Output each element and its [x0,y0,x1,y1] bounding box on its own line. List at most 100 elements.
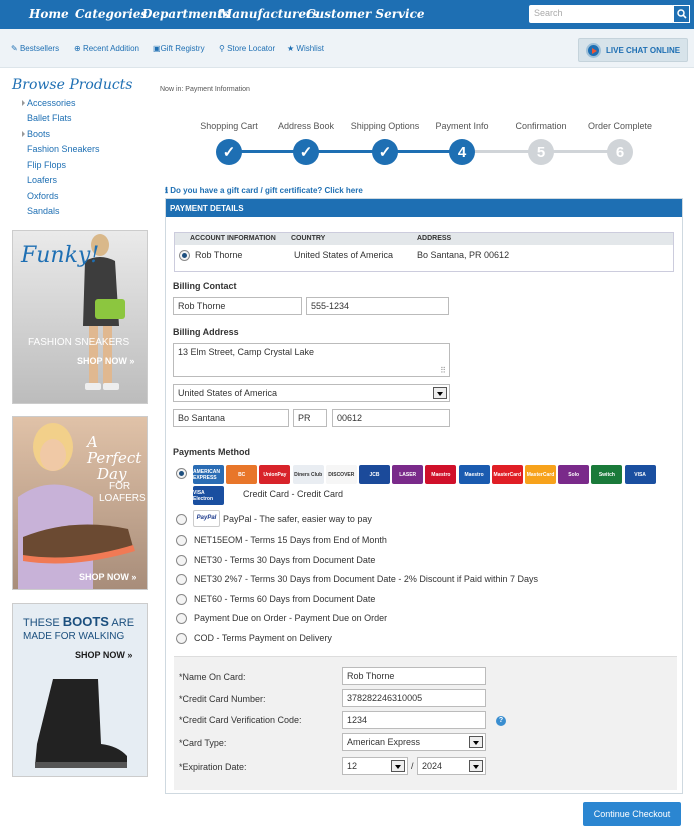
card-logo: Solo [558,465,590,484]
card-logo: VISA Electron [193,486,224,505]
card-logo: AMERICAN EXPRESS [193,465,224,484]
boot-photo [35,679,127,768]
promo-fashion-sneakers[interactable]: Funky! FASHION SNEAKERS SHOP NOW » [12,230,148,404]
billing-state-field[interactable]: PR [293,409,327,427]
payment-method-radio[interactable] [176,633,187,644]
card-number-field[interactable]: 378282246310005 [342,689,486,707]
payment-method-label-net30-discount: NET30 2%7 - Terms 30 Days from Document … [194,574,538,584]
category-accessories[interactable]: Accessories [27,98,76,108]
expiration-label: *Expiration Date: [179,762,247,772]
card-number-label: *Credit Card Number: [179,694,266,704]
col-country: COUNTRY [291,235,326,242]
category-oxfords[interactable]: Oxfords [27,191,59,201]
top-nav: Home Categories Departments Manufacturer… [0,0,694,29]
shop-now-link[interactable]: SHOP NOW » [77,356,134,366]
billing-street-field[interactable]: 13 Elm Street, Camp Crystal Lake ⠿ [173,343,450,377]
subnav-store-locator[interactable]: ⚲ Store Locator [219,44,275,53]
billing-zip-field[interactable]: 00612 [332,409,450,427]
promo-boots[interactable]: THESE BOOTS ARE MADE FOR WALKING SHOP NO… [12,603,148,777]
payment-method-label-cod: COD - Terms Payment on Delivery [194,633,332,643]
paypal-logo: PayPal [193,510,220,527]
name-on-card-field[interactable]: Rob Thorne [342,667,486,685]
dropdown-arrow-icon[interactable] [391,760,405,772]
category-boots[interactable]: Boots [27,129,50,139]
card-logo: MasterCard [525,465,556,484]
subnav-bestsellers[interactable]: ✎ Bestsellers [11,44,59,53]
subnav-gift-registry[interactable]: ▣Gift Registry [153,44,205,53]
payment-method-radio[interactable] [176,535,187,546]
exp-year-select[interactable]: 2024 [417,757,486,775]
gift-card-link[interactable]: ℹ Do you have a gift card / gift certifi… [165,186,363,195]
payment-method-radio[interactable] [176,555,187,566]
shop-now-link[interactable]: SHOP NOW » [75,650,132,660]
credit-card-label: Credit Card - Credit Card [243,489,344,499]
account-table: ACCOUNT INFORMATION COUNTRY ADDRESS Rob … [174,232,674,272]
credit-card-form: *Name On Card: Rob Thorne *Credit Card N… [174,656,677,790]
live-chat-button[interactable]: LIVE CHAT ONLINE [578,38,688,62]
col-address: ADDRESS [417,235,452,242]
account-radio[interactable] [179,250,190,261]
cvc-field[interactable]: 1234 [342,711,486,729]
billing-contact-label: Billing Contact [173,281,237,291]
card-type-label: *Card Type: [179,738,227,748]
category-fashion-sneakers[interactable]: Fashion Sneakers [27,144,100,154]
payment-method-radio[interactable] [176,594,187,605]
payment-method-label-net30: NET30 - Terms 30 Days from Document Date [194,555,376,565]
paypal-radio[interactable] [176,514,187,525]
category-flip-flops[interactable]: Flip Flops [27,160,66,170]
category-sandals[interactable]: Sandals [27,206,60,216]
resize-grip-icon[interactable]: ⠿ [440,366,446,375]
dropdown-arrow-icon[interactable] [433,387,447,399]
expand-arrow-icon[interactable] [22,131,25,137]
billing-city-field[interactable]: Bo Santana [173,409,289,427]
shop-now-link[interactable]: SHOP NOW » [79,572,136,582]
payment-details-panel: PAYMENT DETAILS ACCOUNT INFORMATION COUN… [165,198,683,794]
category-loafers[interactable]: Loafers [27,175,57,185]
billing-phone-field[interactable]: 555-1234 [306,297,449,315]
browse-products-title: Browse Products [12,77,133,93]
category-ballet-flats[interactable]: Ballet Flats [27,113,72,123]
card-type-select[interactable]: American Express [342,733,486,751]
card-logo: Maestro [458,465,490,484]
step-pending-marker: 5 [528,139,554,165]
nav-home[interactable]: Home [29,7,69,21]
step-label: Confirmation [515,121,567,131]
nav-manufacturers[interactable]: Manufacturers [219,7,319,21]
help-icon[interactable]: ? [496,716,506,726]
payment-method-radio[interactable] [176,574,187,585]
nav-customer-service[interactable]: Customer Service [306,7,425,21]
account-country: United States of America [294,250,394,260]
payment-method-radio[interactable] [176,613,187,624]
credit-card-radio[interactable] [176,468,187,479]
breadcrumb: Now in: Payment Information [160,86,250,93]
billing-country-select[interactable]: United States of America [173,384,450,402]
exp-month-select[interactable]: 12 [342,757,408,775]
subnav-recent-addition[interactable]: ⊕ Recent Addition [74,44,139,53]
nav-categories[interactable]: Categories [75,7,147,21]
card-logo: BC [226,465,258,484]
card-logo: JCB [359,465,390,484]
card-logo: UnionPay [259,465,291,484]
step-label: Payment Info [435,121,489,131]
dropdown-arrow-icon[interactable] [469,736,483,748]
search-input[interactable]: Search [529,5,674,23]
cvc-label: *Credit Card Verification Code: [179,715,302,725]
search-button[interactable] [673,5,690,23]
card-logo: Maestro [425,465,457,484]
expand-arrow-icon[interactable] [22,100,25,106]
dropdown-arrow-icon[interactable] [469,760,483,772]
nav-departments[interactable]: Departments [142,7,229,21]
subnav-wishlist[interactable]: ★ Wishlist [287,44,324,53]
card-logo: VISA [624,465,656,484]
step-done-marker: ✓ [216,139,242,165]
step-label: Order Complete [587,121,653,131]
payment-details-header: PAYMENT DETAILS [166,199,682,217]
promo-headline: Funky! [21,243,100,268]
billing-address-label: Billing Address [173,327,239,337]
continue-checkout-button[interactable]: Continue Checkout [583,802,681,826]
tag-icon: ✎ [11,44,20,53]
billing-name-field[interactable]: Rob Thorne [173,297,302,315]
promo-loafers[interactable]: A Perfect Day FOR LOAFERS SHOP NOW » [12,416,148,590]
promo-headline: THESE BOOTS ARE [23,614,135,629]
card-logo: DISCOVER [325,465,357,484]
